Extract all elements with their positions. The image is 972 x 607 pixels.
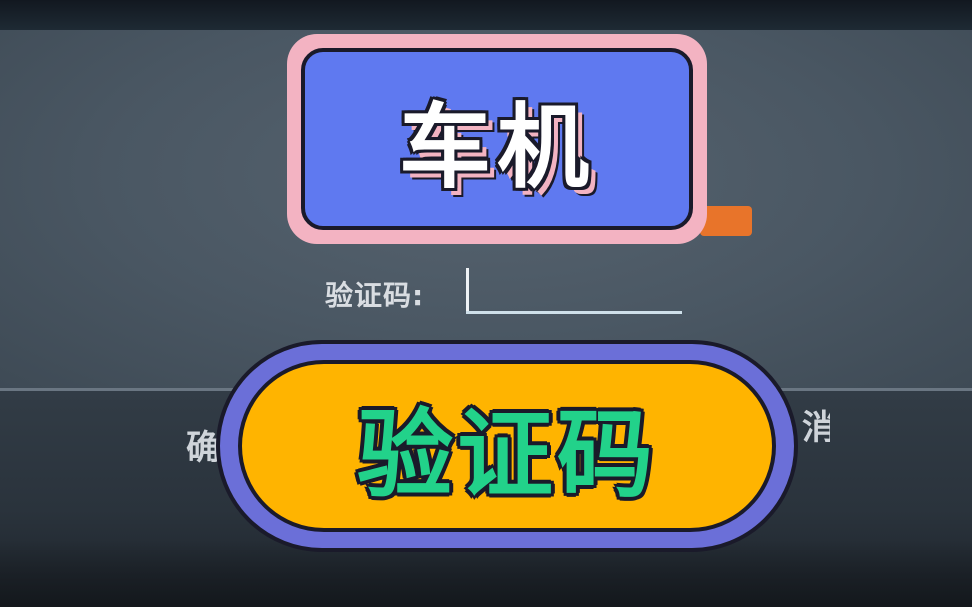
subtitle-text: 验证码	[357, 398, 657, 511]
car-screen-photo: 验证码: 确 消 车机 验证码	[0, 0, 972, 607]
subtitle-banner-inner: 验证码	[238, 360, 776, 532]
verification-code-label: 验证码:	[325, 279, 425, 312]
title-text: 车机	[398, 93, 595, 201]
input-underline	[466, 311, 682, 314]
screen-bezel	[0, 0, 972, 30]
cancel-button-label: 消	[802, 408, 830, 448]
get-code-button[interactable]	[700, 206, 752, 236]
subtitle-banner: 验证码	[216, 340, 798, 552]
verification-code-input[interactable]	[466, 266, 682, 314]
title-banner-inner: 车机	[301, 48, 693, 230]
text-cursor	[466, 268, 469, 312]
title-banner: 车机	[287, 34, 707, 244]
confirm-button-label: 确	[186, 428, 220, 468]
